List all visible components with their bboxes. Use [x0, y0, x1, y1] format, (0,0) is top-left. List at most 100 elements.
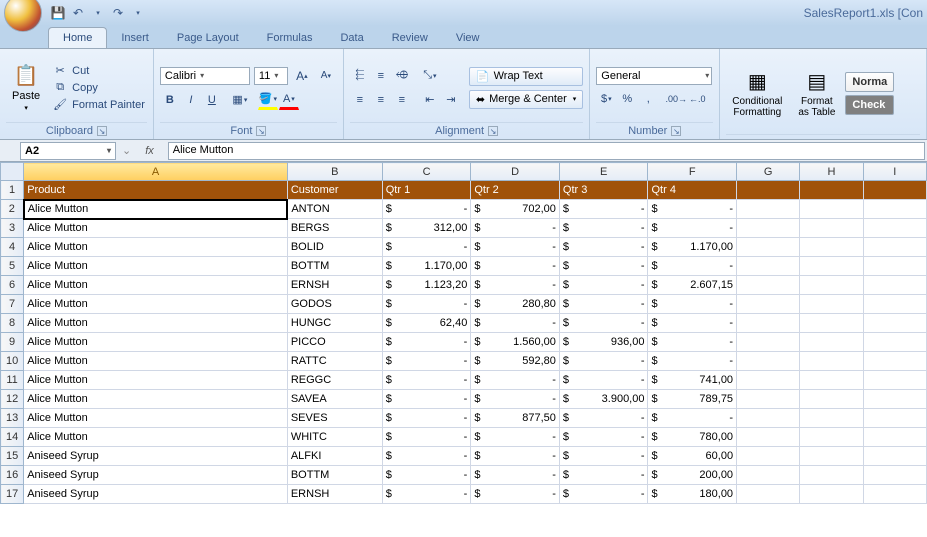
cell[interactable]: $-	[471, 238, 560, 257]
undo-icon[interactable]: ↶	[70, 5, 86, 21]
cell[interactable]: $-	[471, 371, 560, 390]
cell[interactable]: SAVEA	[287, 390, 382, 409]
cell[interactable]: $-	[471, 390, 560, 409]
col-header-H[interactable]: H	[800, 163, 863, 181]
cell[interactable]: $-	[559, 200, 648, 219]
align-middle-button[interactable]: ≡	[371, 66, 391, 86]
cell[interactable]	[737, 257, 800, 276]
cell[interactable]: Aniseed Syrup	[24, 485, 288, 504]
cell[interactable]	[800, 466, 863, 485]
tab-review[interactable]: Review	[378, 28, 442, 48]
row-header-8[interactable]: 8	[1, 314, 24, 333]
col-header-E[interactable]: E	[559, 163, 648, 181]
cell[interactable]	[737, 428, 800, 447]
number-format-combo[interactable]: General▾	[596, 67, 712, 85]
format-as-table-button[interactable]: ▤ Format as Table	[792, 67, 841, 120]
cell[interactable]	[800, 238, 863, 257]
col-header-A[interactable]: A	[24, 163, 288, 181]
cell[interactable]	[863, 466, 926, 485]
row-header-16[interactable]: 16	[1, 466, 24, 485]
cell[interactable]	[800, 219, 863, 238]
style-check[interactable]: Check	[845, 95, 894, 115]
cell[interactable]	[863, 314, 926, 333]
cell[interactable]: $592,80	[471, 352, 560, 371]
cell[interactable]: $-	[648, 352, 737, 371]
row-header-3[interactable]: 3	[1, 219, 24, 238]
cell[interactable]: $-	[382, 485, 471, 504]
cell[interactable]: Aniseed Syrup	[24, 466, 288, 485]
cell[interactable]	[863, 257, 926, 276]
row-header-11[interactable]: 11	[1, 371, 24, 390]
cell[interactable]: $-	[471, 428, 560, 447]
row-header-10[interactable]: 10	[1, 352, 24, 371]
cell[interactable]: $-	[382, 333, 471, 352]
cell[interactable]: $-	[648, 409, 737, 428]
cell[interactable]	[800, 390, 863, 409]
header-cell[interactable]: Qtr 2	[471, 181, 560, 200]
cell[interactable]	[863, 295, 926, 314]
cell[interactable]	[800, 371, 863, 390]
col-header-G[interactable]: G	[737, 163, 800, 181]
cell[interactable]: GODOS	[287, 295, 382, 314]
cell[interactable]: $-	[471, 276, 560, 295]
copy-button[interactable]: ⧉Copy	[50, 80, 147, 95]
header-cell[interactable]	[863, 181, 926, 200]
cell[interactable]	[737, 390, 800, 409]
style-normal[interactable]: Norma	[845, 72, 894, 92]
cell[interactable]: Alice Mutton	[24, 352, 288, 371]
cell[interactable]	[800, 333, 863, 352]
cell[interactable]: $-	[382, 409, 471, 428]
cell[interactable]: $-	[648, 219, 737, 238]
conditional-formatting-button[interactable]: ▦ Conditional Formatting	[726, 67, 788, 120]
alignment-launcher[interactable]: ↘	[488, 126, 498, 136]
font-launcher[interactable]: ↘	[256, 126, 266, 136]
tab-formulas[interactable]: Formulas	[253, 28, 327, 48]
redo-icon[interactable]: ↷	[110, 5, 126, 21]
cell[interactable]: PICCO	[287, 333, 382, 352]
cell[interactable]: $-	[559, 409, 648, 428]
undo-more-icon[interactable]: ▾	[90, 5, 106, 21]
cell[interactable]: Alice Mutton	[24, 200, 288, 219]
row-header-5[interactable]: 5	[1, 257, 24, 276]
cell[interactable]: ANTON	[287, 200, 382, 219]
header-cell[interactable]: Customer	[287, 181, 382, 200]
cell[interactable]	[737, 238, 800, 257]
row-header-15[interactable]: 15	[1, 447, 24, 466]
cell[interactable]: $200,00	[648, 466, 737, 485]
cell[interactable]	[737, 466, 800, 485]
row-header-13[interactable]: 13	[1, 409, 24, 428]
cell[interactable]	[863, 485, 926, 504]
cell[interactable]: $-	[382, 295, 471, 314]
header-cell[interactable]: Product	[24, 181, 288, 200]
row-header-17[interactable]: 17	[1, 485, 24, 504]
cell[interactable]: $-	[559, 466, 648, 485]
header-cell[interactable]	[737, 181, 800, 200]
header-cell[interactable]	[800, 181, 863, 200]
tab-home[interactable]: Home	[48, 27, 107, 48]
cell[interactable]: $-	[648, 333, 737, 352]
cell[interactable]: Alice Mutton	[24, 257, 288, 276]
cell[interactable]	[737, 409, 800, 428]
merge-center-button[interactable]: ⬌Merge & Center▾	[469, 90, 583, 109]
cell[interactable]	[800, 428, 863, 447]
cell[interactable]	[737, 447, 800, 466]
cell[interactable]: ALFKI	[287, 447, 382, 466]
cell[interactable]	[863, 371, 926, 390]
cell[interactable]	[863, 276, 926, 295]
font-name-combo[interactable]: Calibri▾	[160, 67, 250, 85]
cell[interactable]: $-	[648, 314, 737, 333]
cell[interactable]: REGGC	[287, 371, 382, 390]
cell[interactable]	[800, 314, 863, 333]
cell[interactable]: $877,50	[471, 409, 560, 428]
tab-data[interactable]: Data	[326, 28, 377, 48]
tab-view[interactable]: View	[442, 28, 494, 48]
cell[interactable]: $-	[382, 447, 471, 466]
cell[interactable]: BERGS	[287, 219, 382, 238]
cell[interactable]	[863, 428, 926, 447]
spreadsheet-grid[interactable]: ABCDEFGHI1ProductCustomerQtr 1Qtr 2Qtr 3…	[0, 162, 927, 537]
cell[interactable]: $-	[471, 447, 560, 466]
cell[interactable]: $-	[382, 428, 471, 447]
cell[interactable]: BOLID	[287, 238, 382, 257]
cell[interactable]: $-	[559, 428, 648, 447]
decrease-decimal-button[interactable]: ←.0	[687, 89, 707, 109]
